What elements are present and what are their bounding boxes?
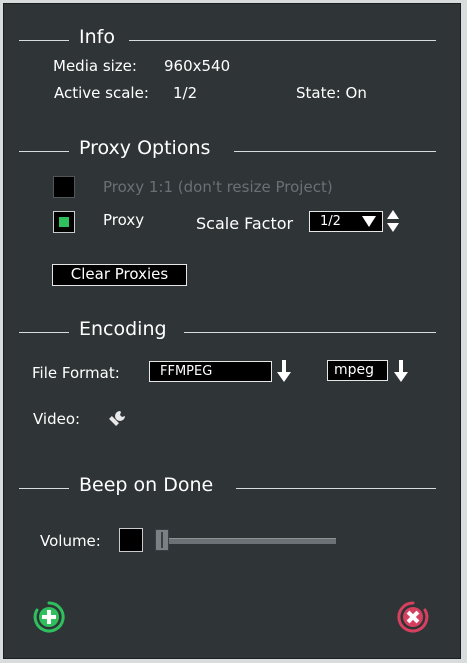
media-size-value: 960x540 [164,57,231,75]
section-title-info: Info [79,26,115,48]
scale-factor-label: Scale Factor [196,214,294,233]
section-title-beep-on-done: Beep on Done [79,474,214,496]
proxy-settings-window: Info Media size: 960x540 Active scale: 1… [3,3,461,659]
section-divider [19,488,69,489]
arrow-down-icon[interactable] [394,360,408,382]
section-divider [129,40,436,41]
volume-slider-handle[interactable] [155,529,169,551]
container-select[interactable]: mpeg [327,360,388,381]
checkbox-checkmark [59,217,69,227]
volume-slider-track[interactable] [156,538,336,544]
proxy-label: Proxy [103,211,145,229]
clear-proxies-button[interactable]: Clear Proxies [52,264,187,286]
volume-label: Volume: [40,532,101,550]
section-divider [234,151,436,152]
proxy-1-1-checkbox[interactable] [53,176,75,198]
beep-enable-checkbox[interactable] [119,528,143,552]
section-divider [19,40,69,41]
spin-updown-icon[interactable] [387,210,399,232]
section-title-proxy-options: Proxy Options [79,137,211,159]
state-status: State: On [296,84,367,102]
media-size-label: Media size: [53,57,137,75]
section-divider [184,332,436,333]
file-format-value: FFMPEG [160,364,213,379]
file-format-select[interactable]: FFMPEG [149,361,272,382]
container-value: mpeg [334,362,375,378]
arrow-down-icon[interactable] [277,360,291,382]
section-divider [19,151,69,152]
file-format-label: File Format: [32,364,120,382]
dropdown-arrow-icon [362,216,376,227]
active-scale-value: 1/2 [173,84,198,102]
video-label: Video: [33,410,81,428]
proxy-checkbox[interactable] [53,211,75,233]
ok-icon[interactable] [32,600,66,634]
cancel-icon[interactable] [396,600,430,634]
active-scale-label: Active scale: [54,84,149,102]
section-title-encoding: Encoding [79,318,167,340]
slider-grip [161,532,163,548]
proxy-1-1-label: Proxy 1:1 (don't resize Project) [103,178,333,196]
wrench-icon[interactable] [107,409,127,429]
section-divider [236,488,436,489]
section-divider [19,332,69,333]
scale-factor-value: 1/2 [320,214,341,229]
scale-factor-select[interactable]: 1/2 [309,211,383,232]
